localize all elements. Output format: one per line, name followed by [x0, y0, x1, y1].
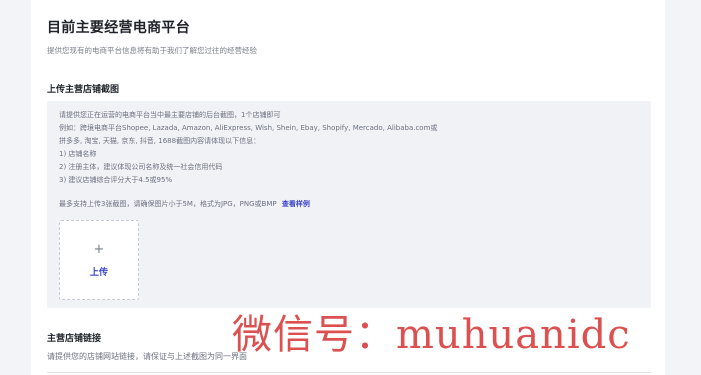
page-subtitle: 提供您现有的电商平台信息将有助于我们了解您过往的经营经验: [47, 46, 257, 55]
store-link-section-title: 主营店铺链接: [47, 334, 102, 344]
plus-icon: +: [93, 242, 105, 257]
info-line: 1) 店铺名称: [59, 150, 97, 158]
info-line: 请提供您正在运营的电商平台当中最主要店铺的后台截图，1个店铺即可: [59, 111, 281, 119]
upload-section-title: 上传主营店铺截图: [47, 85, 120, 95]
store-link-input-divider: [47, 372, 651, 373]
upload-limit-label: 最多支持上传3张截图，请确保图片小于5M，格式为JPG，PNG或BMP: [59, 200, 277, 208]
info-line: 拼多多, 淘宝, 天猫, 京东, 抖音, 1688截图内容请体现以下信息：: [59, 137, 261, 145]
info-line: 2) 注册主体，建议体现公司名称及统一社会信用代码: [59, 163, 223, 171]
info-line: 3) 建议店铺综合评分大于4.5或95%: [59, 176, 173, 184]
page-title: 目前主要经营电商平台: [47, 20, 190, 36]
store-link-description: 请提供您的店铺网站链接，请保证与上述截图为同一界面: [47, 352, 247, 361]
upload-limit-text: 最多支持上传3张截图，请确保图片小于5M，格式为JPG，PNG或BMP 查看样例: [59, 199, 310, 209]
view-sample-link[interactable]: 查看样例: [282, 200, 310, 208]
upload-info-box: 请提供您正在运营的电商平台当中最主要店铺的后台截图，1个店铺即可 例如：跨境电商…: [47, 101, 651, 308]
upload-button[interactable]: + 上传: [59, 220, 139, 300]
upload-label: 上传: [89, 268, 108, 278]
info-line: 例如：跨境电商平台Shopee, Lazada, Amazon, AliExpr…: [59, 124, 438, 132]
watermark: 微信号：muhuanidc: [232, 312, 631, 358]
